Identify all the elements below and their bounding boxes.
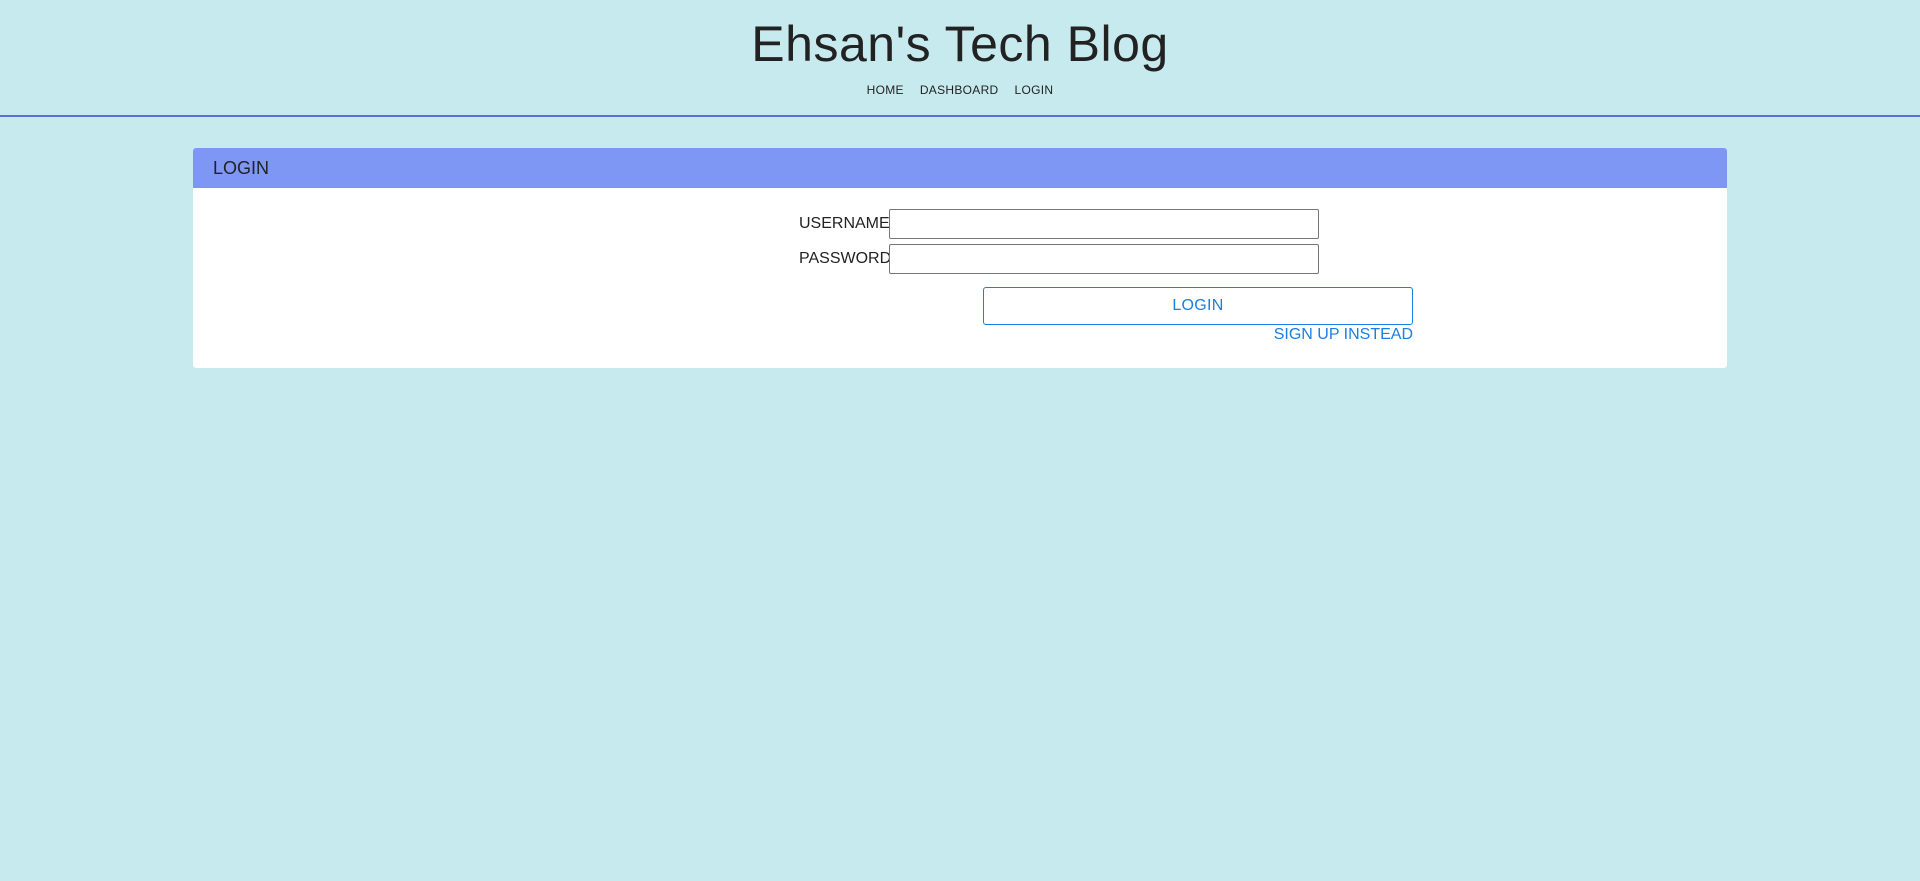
password-label: PASSWORD: [799,250,896,267]
login-card-title: LOGIN [213,157,270,178]
password-input[interactable] [889,244,1319,274]
main-nav: HOME DASHBOARD LOGIN [0,83,1920,97]
password-row: PASSWORD: [799,244,1319,274]
username-row: USERNAME: [799,209,1319,239]
login-form: USERNAME: PASSWORD: LOGIN SIGN UP INSTEA… [193,188,1727,368]
site-title: Ehsan's Tech Blog [751,16,1169,72]
username-input[interactable] [889,209,1319,239]
signup-instead-link[interactable]: SIGN UP INSTEAD [1274,326,1413,344]
site-header: Ehsan's Tech Blog HOME DASHBOARD LOGIN [0,0,1920,117]
login-card-header: LOGIN [193,148,1727,188]
nav-home-link[interactable]: HOME [867,83,904,97]
login-card: LOGIN USERNAME: PASSWORD: LOGIN SIGN UP … [193,148,1727,368]
nav-dashboard-link[interactable]: DASHBOARD [920,83,999,97]
login-button[interactable]: LOGIN [983,287,1413,325]
nav-login-link[interactable]: LOGIN [1015,83,1054,97]
username-label: USERNAME: [799,215,895,232]
